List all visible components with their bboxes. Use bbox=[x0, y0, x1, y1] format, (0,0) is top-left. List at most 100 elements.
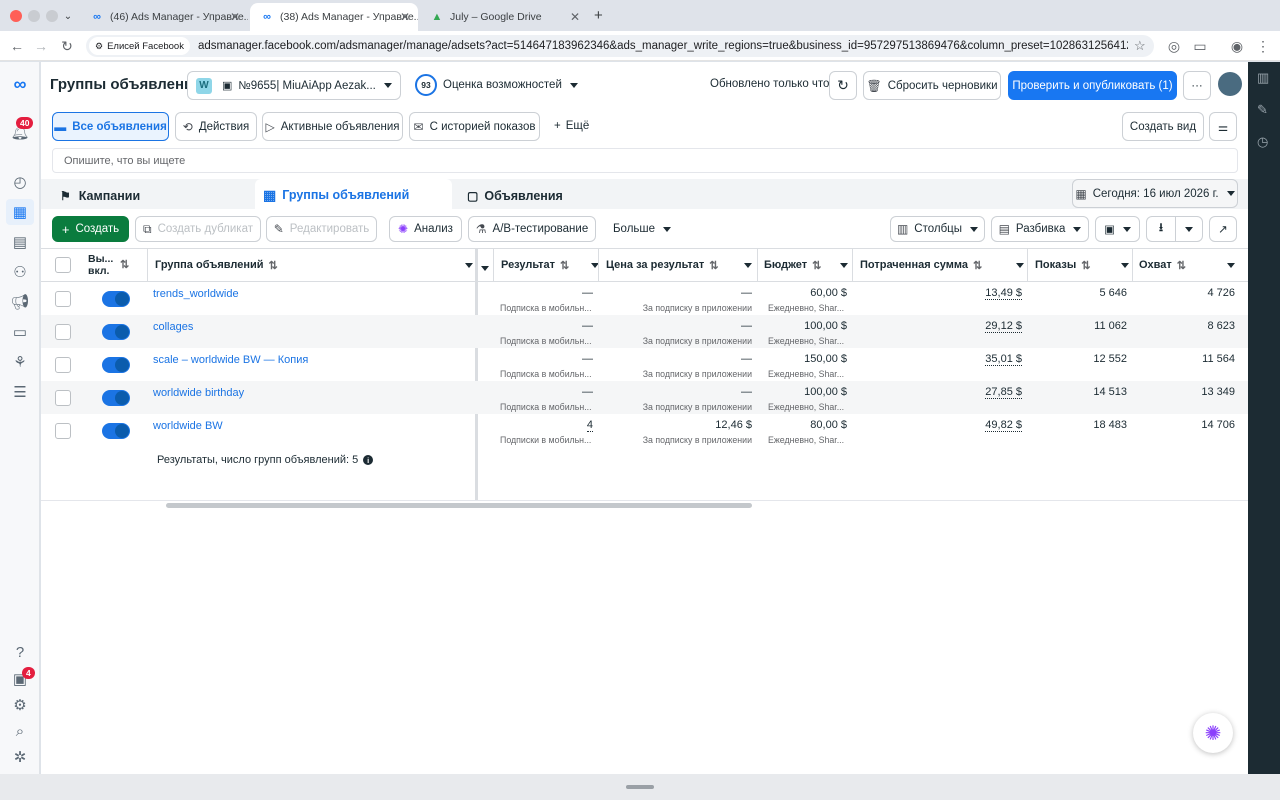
budget-value[interactable]: 80,00 $ bbox=[764, 419, 847, 431]
adset-name-link[interactable]: worldwide BW bbox=[153, 420, 223, 432]
refresh-button[interactable]: ↻ bbox=[829, 71, 857, 100]
adset-name-link[interactable]: trends_worldwide bbox=[153, 288, 239, 300]
table-row[interactable]: scale – worldwide BW — Копия — Подписка в … bbox=[41, 348, 1248, 381]
browser-tab-3[interactable]: ▲ July – Google Drive ✕ bbox=[420, 3, 588, 31]
ab-test-button[interactable]: ⚗ A/B-тестирование bbox=[468, 216, 596, 242]
chevron-down-icon[interactable] bbox=[1121, 262, 1129, 268]
table-row[interactable]: worldwide BW 4 Подписки в мобильн... 12,46 … bbox=[41, 414, 1248, 447]
row-checkbox[interactable] bbox=[55, 291, 71, 307]
row-toggle[interactable] bbox=[102, 423, 130, 439]
table-row[interactable]: worldwide birthday — Подписка в мобильн...… bbox=[41, 381, 1248, 414]
close-tab-icon[interactable]: ✕ bbox=[570, 10, 580, 24]
ai-assistant-icon[interactable]: ✺ bbox=[1193, 713, 1233, 753]
budget-value[interactable]: 150,00 $ bbox=[764, 353, 847, 365]
column-result[interactable]: Результат ⇅ bbox=[501, 248, 599, 282]
row-toggle[interactable] bbox=[102, 291, 130, 307]
profile-chip[interactable]: ⚙ Елисей Facebook bbox=[89, 37, 190, 55]
opportunity-score-dropdown[interactable]: Оценка возможностей bbox=[443, 79, 578, 91]
audiences-icon[interactable]: ⚇ bbox=[10, 262, 30, 282]
column-amount-spent[interactable]: Потраченная сумма ⇅ bbox=[860, 248, 1024, 282]
budget-value[interactable]: 100,00 $ bbox=[764, 386, 847, 398]
analyze-button[interactable]: ✺ Анализ bbox=[389, 216, 462, 242]
reload-icon[interactable]: ↻ bbox=[58, 37, 76, 55]
sort-icon[interactable]: ⇅ bbox=[973, 259, 982, 272]
row-checkbox[interactable] bbox=[55, 423, 71, 439]
info-icon[interactable]: i bbox=[363, 455, 374, 465]
sort-icon[interactable]: ⇅ bbox=[812, 259, 821, 272]
search-input[interactable]: Опишите, что вы ищете bbox=[52, 148, 1238, 173]
ad-account-selector[interactable]: W ▣ №9655| MiuAiApp Aezak... bbox=[187, 71, 401, 100]
all-ads-filter[interactable]: ▬ Все объявления bbox=[52, 112, 169, 141]
zoom-window-button[interactable] bbox=[46, 10, 58, 22]
tab-adsets[interactable]: ▦ Группы объявлений bbox=[255, 179, 452, 211]
column-reach[interactable]: Охват ⇅ bbox=[1139, 248, 1235, 282]
date-range-selector[interactable]: ▦ Сегодня: 16 июл 2026 г. bbox=[1072, 179, 1238, 208]
row-toggle[interactable] bbox=[102, 390, 130, 406]
column-impressions[interactable]: Показы ⇅ bbox=[1035, 248, 1129, 282]
row-checkbox[interactable] bbox=[55, 324, 71, 340]
export-button[interactable]: ⭳ bbox=[1146, 216, 1203, 242]
billing-icon[interactable]: ▭ bbox=[10, 322, 30, 342]
forward-icon[interactable]: → bbox=[32, 37, 50, 55]
tab-ads[interactable]: ▢ Объявления bbox=[455, 182, 655, 209]
resize-handle[interactable] bbox=[626, 785, 654, 789]
row-toggle[interactable] bbox=[102, 357, 130, 373]
tab-search-icon[interactable]: ⌄ bbox=[60, 8, 76, 24]
sort-icon[interactable]: ⇅ bbox=[269, 259, 278, 272]
help-icon[interactable]: ? bbox=[10, 642, 30, 662]
breakdown-button[interactable]: ▤ Разбивка bbox=[991, 216, 1089, 242]
table-row[interactable]: collages — Подписка в мобильн... — За подпис… bbox=[41, 315, 1248, 348]
browser-menu-icon[interactable]: ⋮ bbox=[1254, 37, 1272, 55]
chart-icon[interactable]: ▥ bbox=[1257, 70, 1269, 86]
close-tab-icon[interactable]: ✕ bbox=[400, 10, 410, 24]
row-toggle[interactable] bbox=[102, 324, 130, 340]
create-view-button[interactable]: Создать вид bbox=[1122, 112, 1204, 141]
horizontal-scrollbar[interactable] bbox=[166, 503, 752, 508]
chevron-down-icon[interactable] bbox=[1016, 262, 1024, 268]
column-onoff[interactable]: Вы... вкл. ⇅ bbox=[88, 248, 148, 282]
with-history-filter[interactable]: ✉ С историей показов bbox=[409, 112, 540, 141]
business-icon[interactable]: ⚘ bbox=[10, 352, 30, 372]
budget-value[interactable]: 100,00 $ bbox=[764, 320, 847, 332]
tab-campaigns[interactable]: ⚑ Кампании bbox=[51, 182, 251, 209]
browser-tab-1[interactable]: ∞ (46) Ads Manager - Управле... ✕ bbox=[80, 3, 248, 31]
back-icon[interactable]: ← bbox=[8, 37, 26, 55]
sort-icon[interactable]: ⇅ bbox=[560, 259, 569, 272]
bug-report-icon[interactable]: ✲ bbox=[10, 747, 30, 767]
new-tab-button[interactable]: + bbox=[594, 7, 603, 24]
active-ads-filter[interactable]: ▷ Активные объявления bbox=[262, 112, 403, 141]
edit-button[interactable]: ✎ Редактировать bbox=[266, 216, 377, 242]
history-icon[interactable]: ◷ bbox=[1257, 134, 1268, 150]
bookmark-star-icon[interactable]: ☆ bbox=[1134, 38, 1146, 54]
adset-name-link[interactable]: collages bbox=[153, 321, 193, 333]
ads-manager-table-icon[interactable]: ▦ bbox=[6, 199, 34, 225]
megaphone-icon[interactable]: 📢︎ bbox=[10, 292, 30, 312]
chevron-down-icon[interactable] bbox=[840, 262, 848, 268]
column-budget[interactable]: Бюджет ⇅ bbox=[764, 248, 848, 282]
filter-settings-button[interactable]: ⚌ bbox=[1209, 112, 1237, 141]
all-tools-icon[interactable]: ☰ bbox=[10, 382, 30, 402]
address-bar[interactable]: ⚙ Елисей Facebook adsmanager.facebook.co… bbox=[86, 35, 1154, 57]
profile-icon[interactable]: ◉ bbox=[1228, 37, 1246, 55]
row-checkbox[interactable] bbox=[55, 357, 71, 373]
budget-value[interactable]: 60,00 $ bbox=[764, 287, 847, 299]
create-button[interactable]: + Создать bbox=[52, 216, 129, 242]
sort-icon[interactable]: ⇅ bbox=[1177, 259, 1186, 272]
sort-icon[interactable]: ⇅ bbox=[120, 259, 129, 271]
pages-icon[interactable]: ▤ bbox=[10, 232, 30, 252]
duplicate-button[interactable]: ⧉ Создать дубликат bbox=[135, 216, 261, 242]
close-window-button[interactable] bbox=[10, 10, 22, 22]
close-tab-icon[interactable]: ✕ bbox=[230, 10, 240, 24]
chevron-down-icon[interactable] bbox=[1227, 262, 1235, 268]
reports-button[interactable]: ▣ bbox=[1095, 216, 1140, 242]
more-options-button[interactable]: ··· bbox=[1183, 71, 1211, 100]
meta-logo-icon[interactable]: ∞ bbox=[10, 74, 30, 94]
settings-gear-icon[interactable]: ⚙ bbox=[10, 695, 30, 715]
search-icon[interactable]: ⌕ bbox=[10, 721, 30, 741]
actions-filter[interactable]: ⟲ Действия bbox=[175, 112, 257, 141]
chevron-down-icon[interactable] bbox=[744, 262, 752, 268]
extensions-icon[interactable]: ◎ bbox=[1165, 37, 1183, 55]
chevron-down-icon[interactable] bbox=[465, 262, 473, 268]
row-checkbox[interactable] bbox=[55, 390, 71, 406]
sort-icon[interactable]: ⇅ bbox=[1081, 259, 1090, 272]
